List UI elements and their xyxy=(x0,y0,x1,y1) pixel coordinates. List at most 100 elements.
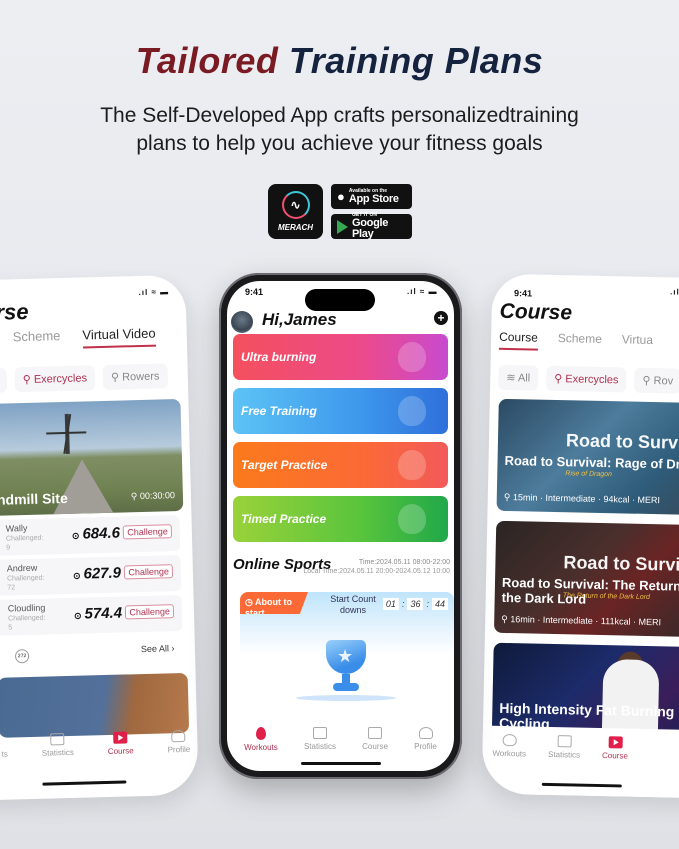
pulse-icon: ∿ xyxy=(281,191,310,219)
user-score: ⊙ 574.4 xyxy=(73,604,123,623)
card-target-practice[interactable]: Target Practice xyxy=(233,442,448,488)
headline-main: Training Plans xyxy=(288,40,544,81)
app-name: MERACH xyxy=(277,223,314,232)
tab-course[interactable]: Course xyxy=(362,727,388,752)
google-play-label: Google Play xyxy=(352,217,389,240)
card-timed-practice[interactable]: Timed Practice xyxy=(233,496,448,542)
user-name: Cloudling xyxy=(7,602,46,614)
chip-rowers[interactable]: ⚲ Rowers xyxy=(102,363,168,390)
rower-icon: ⚲ xyxy=(110,371,123,384)
challenged-count: Challenged: 9 xyxy=(5,534,44,552)
coin-icon: ⊙ xyxy=(72,570,81,581)
countdown-timer: 01: 36: 44 xyxy=(382,598,448,610)
screen-title: Course xyxy=(499,299,573,325)
statistics-icon xyxy=(50,733,65,746)
tab-course[interactable]: Course xyxy=(107,731,134,756)
chip-exercycles[interactable]: ⚲ Exercycles xyxy=(14,365,96,393)
leaderboard-row: Cloudling Challenged: 5 ⊙ 574.4 Challenge xyxy=(0,594,183,636)
play-icon xyxy=(608,736,623,749)
course-card[interactable]: Road to Survival The Return of the Dark … xyxy=(493,520,679,638)
countdown-seconds: 44 xyxy=(431,598,448,610)
status-time: 9:41 xyxy=(245,287,264,297)
workouts-screen: 9:41 .ıl ≈ ▬ Hi,James + Ultra burning Fr… xyxy=(227,281,454,771)
flame-icon xyxy=(502,733,517,747)
add-icon[interactable]: + xyxy=(434,311,448,325)
profile-icon xyxy=(171,729,186,743)
apple-icon: ● xyxy=(337,189,345,204)
clock-icon: ◷ xyxy=(245,597,256,607)
user-name: Wally xyxy=(5,523,28,534)
google-play-badge[interactable]: GET IT ON Google Play xyxy=(331,213,412,240)
tab-statistics[interactable]: Statistics xyxy=(41,733,74,758)
tab-course[interactable]: Course xyxy=(601,736,628,798)
google-play-icon xyxy=(337,219,348,234)
status-icons: .ıl ≈ ▬ xyxy=(138,287,170,298)
play-icon xyxy=(113,731,128,744)
statistics-icon xyxy=(557,735,572,748)
user-avatar[interactable] xyxy=(231,311,253,333)
page-subtitle: The Self-Developed App crafts personaliz… xyxy=(0,102,679,158)
tab-workouts[interactable]: ts xyxy=(1,735,8,759)
chip-all[interactable]: ll xyxy=(0,367,8,394)
tab-profile[interactable]: Profile xyxy=(414,727,437,752)
course-name: Road to Survival: The Return of the Dark… xyxy=(501,574,679,607)
coin-icon: ⊙ xyxy=(71,530,80,541)
video-card-windmill[interactable]: ndmill Site ⚲ 00:30:00 xyxy=(0,398,184,516)
online-sports-event-card[interactable]: ◷ About to start Start Count downs 01: 3… xyxy=(240,592,454,732)
video-title: ndmill Site xyxy=(0,489,68,508)
see-all-link[interactable]: See All › xyxy=(141,643,175,654)
stopwatch-icon xyxy=(398,504,426,534)
profile-icon xyxy=(418,727,433,739)
tab-workouts[interactable]: Workouts xyxy=(244,727,278,752)
chip-exercycles[interactable]: ⚲ Exercycles xyxy=(545,365,627,393)
chip-rowers[interactable]: ⚲ Rov xyxy=(634,367,679,394)
bottom-tab-bar: Workouts Statistics Course Profile xyxy=(227,727,454,752)
challenge-button[interactable]: Challenge xyxy=(123,524,173,540)
bike-icon: ⚲ xyxy=(22,373,35,387)
course-overlay-title: Road to Survival xyxy=(563,552,679,576)
event-local-time: Local Time:2024.05.11 20:00-2024.05.12 1… xyxy=(303,568,450,575)
subtitle-line-2: plans to help you achieve your fitness g… xyxy=(136,132,543,155)
flame-icon xyxy=(398,342,426,372)
event-status-badge: ◷ About to start xyxy=(240,592,308,614)
card-ultra-burning[interactable]: Ultra burning xyxy=(233,334,448,380)
course-name: Road to Survival: Rage of Dragon xyxy=(504,452,679,473)
home-indicator xyxy=(301,762,381,765)
bottom-tab-bar: ts Statistics Course Profile xyxy=(1,729,190,759)
course-overlay-title: Road to Survival xyxy=(565,430,679,454)
user-score: ⊙ 627.9 xyxy=(72,564,122,583)
video-card-canyon[interactable] xyxy=(0,672,190,738)
app-store-badge[interactable]: ● Available on the App Store xyxy=(331,184,412,209)
tab-statistics[interactable]: Statistics xyxy=(304,727,336,752)
tab-virtual-video[interactable]: Virtual Video xyxy=(82,325,156,349)
runner-icon xyxy=(398,396,426,426)
countdown-label: Start Count downs xyxy=(330,594,376,615)
screen-title: urse xyxy=(0,298,29,326)
tab-statistics[interactable]: Statistics xyxy=(547,735,580,798)
challenged-count: Challenged: 5 xyxy=(8,614,46,632)
challenge-button[interactable]: Challenge xyxy=(124,564,174,580)
video-duration: ⚲ 00:30:00 xyxy=(130,490,176,502)
card-free-training[interactable]: Free Training xyxy=(233,388,448,434)
course-tabs: Scheme Virtual Video xyxy=(13,325,156,351)
challenge-button[interactable]: Challenge xyxy=(125,604,175,620)
page-headline: Tailored Training Plans xyxy=(0,40,679,82)
left-phone-course-screen: .ıl ≈ ▬ urse Scheme Virtual Video ll ⚲ E… xyxy=(0,274,199,802)
chip-all[interactable]: ≋ All xyxy=(498,364,539,391)
tab-course[interactable]: Course xyxy=(498,329,538,351)
course-meta: ⚲ 16min · Intermediate · 111kcal · MERI xyxy=(501,613,662,628)
course-tabs: Course Scheme Virtua xyxy=(498,329,653,353)
right-phone-course-screen: 9:41 .ıl Course Course Scheme Virtua ≋ A… xyxy=(481,273,679,799)
headline-accent: Tailored xyxy=(135,40,279,81)
bike-icon: ⚲ xyxy=(503,491,513,503)
subtitle-line-1: The Self-Developed App crafts personaliz… xyxy=(100,104,579,127)
rower-icon: ⚲ xyxy=(642,374,654,388)
tab-scheme[interactable]: Scheme xyxy=(558,331,602,352)
tab-workouts[interactable]: Workouts xyxy=(492,733,527,797)
tab-profile[interactable]: Profile xyxy=(167,729,190,754)
course-card[interactable]: Road to Survival Rise of Dragon Road to … xyxy=(496,398,679,516)
status-icons: .ıl xyxy=(670,287,679,297)
tab-virtual-video[interactable]: Virtua xyxy=(622,332,653,353)
merach-app-icon[interactable]: ∿ MERACH xyxy=(268,184,323,239)
tab-scheme[interactable]: Scheme xyxy=(13,328,61,350)
